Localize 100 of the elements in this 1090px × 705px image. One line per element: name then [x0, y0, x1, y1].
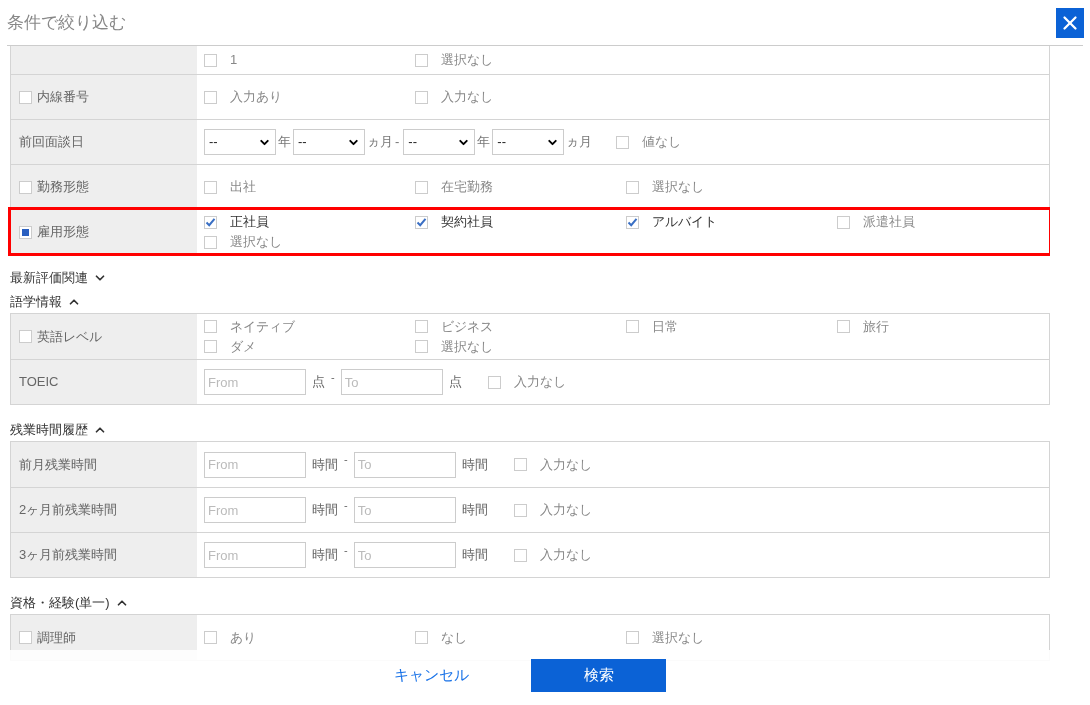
range-separator: -	[344, 542, 348, 558]
option-label: 選択なし	[441, 337, 493, 356]
checkbox[interactable]	[19, 631, 32, 644]
checkbox[interactable]	[415, 340, 428, 353]
row-label: 3ヶ月前残業時間	[19, 546, 118, 565]
unit-label: 点	[448, 373, 462, 392]
from-field[interactable]: From	[204, 369, 306, 395]
checkbox[interactable]	[19, 90, 32, 104]
checkbox[interactable]	[513, 548, 527, 562]
checkbox[interactable]	[204, 90, 217, 104]
option-label: ビジネス	[441, 317, 493, 336]
to-field[interactable]: To	[353, 451, 456, 478]
checkbox[interactable]	[415, 53, 428, 67]
checkbox[interactable]	[204, 320, 217, 333]
range-separator: -	[344, 497, 348, 513]
checkbox[interactable]	[837, 320, 850, 333]
section-toggle[interactable]: 最新評価関連	[10, 267, 107, 289]
checkbox[interactable]	[415, 631, 428, 644]
close-button[interactable]	[1056, 7, 1084, 38]
option-label: 日常	[652, 317, 678, 336]
row-label: 前月残業時間	[19, 455, 97, 474]
unit-label: 年	[477, 133, 491, 152]
range-separator: -	[331, 369, 335, 385]
option-label: 旅行	[863, 317, 889, 336]
checkbox[interactable]	[513, 458, 527, 471]
option-label: 1	[230, 51, 238, 70]
checkbox[interactable]	[626, 631, 639, 644]
option-label: 入力なし	[539, 546, 592, 565]
range-separator: -	[344, 452, 348, 468]
checked-checkbox[interactable]	[626, 215, 639, 229]
option-label: 値なし	[642, 133, 682, 152]
unit-label: 時間	[312, 501, 338, 520]
row-label: 英語レベル	[37, 327, 102, 346]
unit-label: 時間	[461, 455, 488, 474]
row-label: TOEIC	[19, 373, 59, 392]
to-field[interactable]: To	[353, 542, 456, 568]
option-label: 正社員	[230, 213, 269, 232]
section-toggle[interactable]: 語学情報	[10, 291, 81, 313]
unit-label: ヵ月	[566, 133, 593, 152]
checkbox[interactable]	[626, 320, 639, 333]
checkbox[interactable]	[616, 135, 630, 149]
row-label: 内線番号	[37, 88, 89, 107]
checkbox[interactable]	[626, 180, 639, 194]
range-separator: -	[395, 133, 400, 152]
checkbox[interactable]	[487, 375, 501, 389]
option-label: 入力なし	[539, 501, 592, 520]
option-label: なし	[441, 628, 467, 647]
option-label: 選択なし	[230, 233, 282, 252]
option-label: 選択なし	[652, 178, 704, 197]
checkbox[interactable]	[19, 180, 32, 194]
unit-label: ヵ月	[367, 133, 393, 152]
row-label: 前回面談日	[19, 133, 84, 152]
from-field[interactable]: From	[204, 451, 306, 478]
option-label: 選択なし	[652, 628, 704, 647]
checkbox[interactable]	[204, 340, 217, 353]
unit-label: 時間	[461, 501, 488, 520]
date-select[interactable]: --	[293, 129, 365, 155]
from-field[interactable]: From	[204, 542, 306, 568]
checked-checkbox[interactable]	[415, 215, 428, 229]
row-label: 調理師	[37, 628, 76, 647]
dialog-title: 条件で絞り込む	[7, 11, 126, 34]
section-toggle[interactable]: 残業時間履歴	[10, 419, 107, 441]
option-label: 選択なし	[441, 51, 493, 70]
checkbox[interactable]	[415, 180, 428, 194]
option-label: ネイティブ	[230, 317, 295, 336]
checkbox[interactable]	[204, 180, 217, 194]
option-label: 入力なし	[441, 88, 493, 107]
row-label: 雇用形態	[37, 223, 89, 242]
row-label: 勤務形態	[37, 178, 89, 197]
checkbox[interactable]	[513, 503, 527, 517]
option-label: 出社	[230, 178, 256, 197]
partial-checkbox[interactable]	[19, 225, 32, 239]
checked-checkbox[interactable]	[204, 215, 217, 229]
search-button[interactable]: 検索	[531, 658, 666, 692]
checkbox[interactable]	[204, 235, 217, 249]
date-select[interactable]: --	[204, 129, 276, 155]
option-label: 入力なし	[539, 455, 592, 474]
option-label: 派遣社員	[863, 213, 915, 232]
to-field[interactable]: To	[340, 369, 443, 395]
date-select[interactable]: --	[403, 129, 476, 155]
to-field[interactable]: To	[353, 497, 456, 523]
checkbox[interactable]	[204, 53, 217, 67]
row-label: 2ヶ月前残業時間	[19, 501, 118, 520]
unit-label: 年	[278, 133, 291, 152]
date-select[interactable]: --	[492, 129, 565, 155]
unit-label: 時間	[461, 546, 488, 565]
section-toggle[interactable]: 資格・経験(単一)	[10, 592, 129, 614]
checkbox[interactable]	[837, 215, 850, 229]
unit-label: 点	[312, 373, 325, 392]
unit-label: 時間	[312, 546, 338, 565]
checkbox[interactable]	[415, 320, 428, 333]
checkbox[interactable]	[204, 631, 217, 644]
unit-label: 時間	[312, 455, 338, 474]
option-label: 入力あり	[230, 88, 282, 107]
from-field[interactable]: From	[204, 497, 306, 523]
checkbox[interactable]	[415, 90, 428, 104]
cancel-link[interactable]: キャンセル	[394, 663, 469, 687]
checkbox[interactable]	[19, 330, 32, 343]
option-label: あり	[230, 628, 256, 647]
option-label: 契約社員	[441, 213, 493, 232]
